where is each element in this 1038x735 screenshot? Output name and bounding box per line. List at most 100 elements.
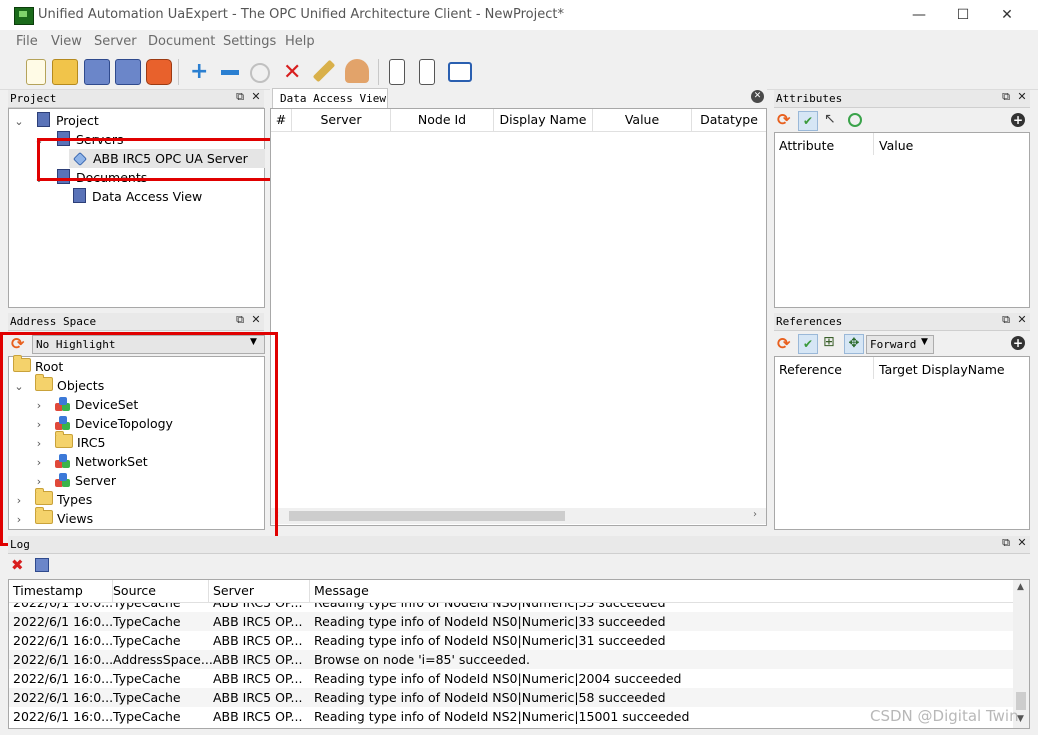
close-tab-icon[interactable]: ✕ xyxy=(751,90,764,103)
log-timestamp: 2022/6/1 16:0... xyxy=(13,633,114,648)
references-panel-header: References ⧉ ✕ xyxy=(774,313,1030,331)
save-as-icon[interactable] xyxy=(115,59,141,85)
minimize-button[interactable]: — xyxy=(896,0,942,30)
vertical-scrollbar[interactable]: ▲ ▼ xyxy=(1013,580,1029,728)
horizontal-scrollbar[interactable]: ‹ › xyxy=(271,508,766,524)
col-server[interactable]: Server xyxy=(209,580,310,602)
direction-selected: Forward xyxy=(870,338,917,351)
menu-bar: File View Server Document Settings Help xyxy=(0,30,1038,52)
address-space-title: Address Space xyxy=(10,315,97,328)
scroll-right-icon[interactable]: › xyxy=(753,509,757,520)
window-icon[interactable] xyxy=(448,62,472,82)
dropdown-arrow-icon[interactable]: ▼ xyxy=(921,337,928,347)
tree-label: Project xyxy=(55,113,99,128)
new-project-icon[interactable] xyxy=(26,59,46,85)
log-panel-header: Log ⧉ ✕ xyxy=(8,536,1030,554)
tab-data-access-view[interactable]: Data Access View xyxy=(272,88,388,108)
title-bar: Unified Automation UaExpert - The OPC Un… xyxy=(0,0,1038,30)
power-icon[interactable] xyxy=(146,59,172,85)
watermark: CSDN @Digital Twin xyxy=(870,707,1019,725)
col-source[interactable]: Source xyxy=(109,580,209,602)
tree-item-data-access-view[interactable]: Data Access View xyxy=(73,187,202,206)
log-message: Browse on node 'i=85' succeeded. xyxy=(314,652,530,667)
user-icon[interactable] xyxy=(345,59,369,83)
log-row[interactable]: 2022/6/1 16:0...TypeCache ABB IRC5 OP... R… xyxy=(9,612,1013,631)
tree-label: Data Access View xyxy=(92,189,203,204)
menu-document[interactable]: Document xyxy=(148,34,215,49)
log-row[interactable]: 2022/6/1 16:0...TypeCache ABB IRC5 OP... R… xyxy=(9,669,1013,688)
cursor-icon[interactable]: ↖ xyxy=(824,111,836,127)
col-datatype[interactable]: Datatype xyxy=(692,109,766,131)
log-toolbar: ✖ xyxy=(8,555,208,577)
close-button[interactable]: ✕ xyxy=(984,0,1030,30)
network-icon[interactable]: ✥ xyxy=(844,334,864,354)
tree-item-project[interactable]: ⌄ Project xyxy=(13,111,99,130)
save-project-icon[interactable] xyxy=(84,59,110,85)
remove-document-icon[interactable] xyxy=(419,59,435,85)
remove-server-icon[interactable] xyxy=(221,70,239,75)
check-icon[interactable]: ✔ xyxy=(798,111,818,131)
dav-tabbar: Data Access View ✕ xyxy=(270,88,767,108)
menu-server[interactable]: Server xyxy=(94,34,137,49)
check-icon[interactable]: ✔ xyxy=(798,334,818,354)
col-display-name[interactable]: Display Name xyxy=(494,109,593,131)
col-target-displayname[interactable]: Target DisplayName xyxy=(879,362,1005,377)
col-server[interactable]: Server xyxy=(292,109,391,131)
clear-log-icon[interactable]: ✖ xyxy=(11,556,24,574)
float-icon[interactable]: ⧉ xyxy=(234,314,246,326)
hierarchy-icon[interactable]: ⊞ xyxy=(823,334,835,350)
project-icon xyxy=(36,112,50,127)
col-node-id[interactable]: Node Id xyxy=(391,109,494,131)
add-document-icon[interactable] xyxy=(389,59,405,85)
float-icon[interactable]: ⧉ xyxy=(1000,91,1012,103)
save-log-icon[interactable] xyxy=(35,558,49,572)
scroll-up-icon[interactable]: ▲ xyxy=(1017,582,1024,592)
menu-file[interactable]: File xyxy=(16,34,38,49)
settings-wrench-icon[interactable] xyxy=(312,59,336,83)
open-project-icon[interactable] xyxy=(52,59,78,85)
close-panel-icon[interactable]: ✕ xyxy=(250,314,262,326)
log-row[interactable]: 2022/6/1 16:0...TypeCache ABB IRC5 OP... R… xyxy=(9,631,1013,650)
refresh-icon[interactable]: ⟳ xyxy=(777,334,790,353)
float-icon[interactable]: ⧉ xyxy=(234,91,246,103)
direction-dropdown[interactable]: Forward ▼ xyxy=(866,335,934,354)
connect-icon[interactable] xyxy=(250,63,270,83)
close-panel-icon[interactable]: ✕ xyxy=(250,91,262,103)
col-value[interactable]: Value xyxy=(879,138,913,153)
references-table: Reference Target DisplayName xyxy=(774,356,1030,530)
references-toolbar: ⟳ ✔ ⊞ ✥ Forward ▼ + xyxy=(774,333,1030,355)
add-icon[interactable]: + xyxy=(1011,113,1025,127)
menu-help[interactable]: Help xyxy=(285,34,315,49)
menu-settings[interactable]: Settings xyxy=(223,34,276,49)
log-server: ABB IRC5 OP... xyxy=(213,671,303,686)
log-row[interactable]: 2022/6/1 16:0...TypeCache ABB IRC5 OP... R… xyxy=(9,688,1013,707)
attributes-panel-header: Attributes ⧉ ✕ xyxy=(774,90,1030,108)
close-panel-icon[interactable]: ✕ xyxy=(1016,537,1028,549)
maximize-button[interactable]: ☐ xyxy=(940,0,986,30)
toolbar-separator xyxy=(378,59,379,85)
col-index[interactable]: # xyxy=(271,109,292,131)
add-server-icon[interactable]: + xyxy=(190,61,208,83)
close-panel-icon[interactable]: ✕ xyxy=(1016,314,1028,326)
col-value[interactable]: Value xyxy=(593,109,692,131)
col-reference[interactable]: Reference xyxy=(779,362,842,377)
col-message[interactable]: Message xyxy=(310,580,914,602)
log-row[interactable]: 2022/6/1 16:0...TypeCache ABB IRC5 OP... R… xyxy=(9,707,1013,726)
col-timestamp[interactable]: Timestamp xyxy=(9,580,113,602)
references-panel-title: References xyxy=(776,315,843,328)
scrollbar-thumb[interactable] xyxy=(289,511,565,521)
close-panel-icon[interactable]: ✕ xyxy=(1016,91,1028,103)
chevron-down-icon[interactable]: ⌄ xyxy=(13,112,25,131)
monitor-icon[interactable] xyxy=(848,113,862,127)
refresh-icon[interactable]: ⟳ xyxy=(777,110,790,129)
float-icon[interactable]: ⧉ xyxy=(1000,314,1012,326)
log-timestamp: 2022/6/1 16:0... xyxy=(13,690,114,705)
col-attribute[interactable]: Attribute xyxy=(779,138,834,153)
disconnect-icon[interactable]: ✕ xyxy=(283,60,301,85)
menu-view[interactable]: View xyxy=(51,34,82,49)
log-row[interactable]: 2022/6/1 16:0... AddressSpace... ABB IRC5 … xyxy=(9,650,1013,669)
document-icon xyxy=(73,188,86,203)
add-icon[interactable]: + xyxy=(1011,336,1025,350)
column-divider xyxy=(873,357,874,379)
float-icon[interactable]: ⧉ xyxy=(1000,537,1012,549)
